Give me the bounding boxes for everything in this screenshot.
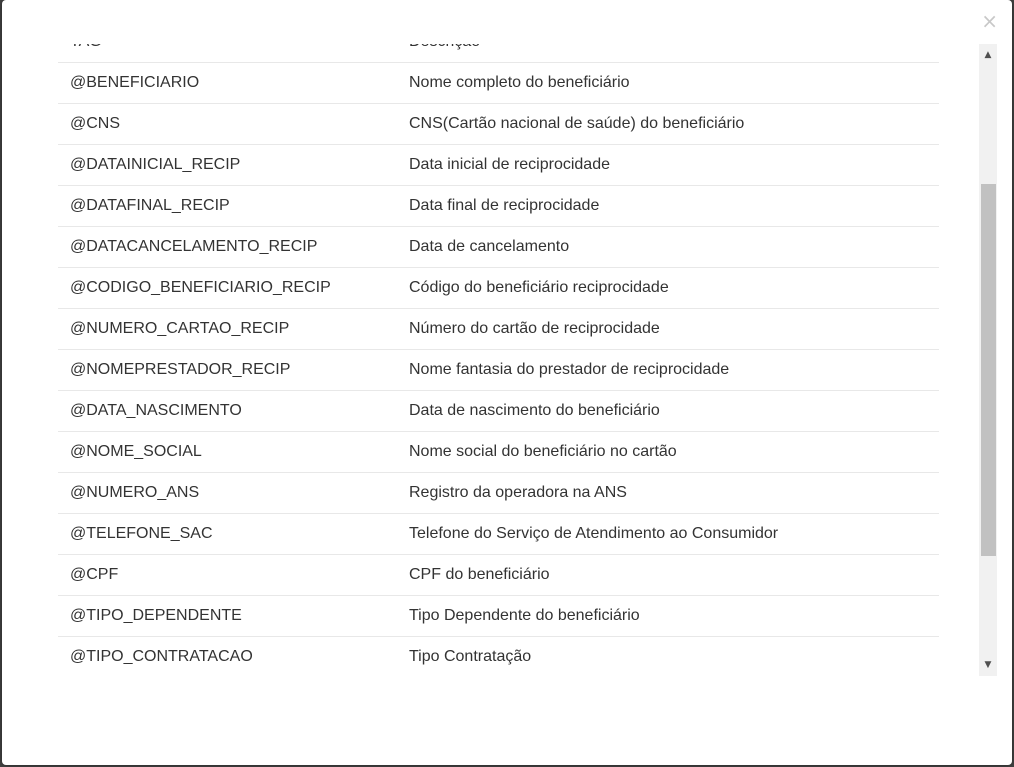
tag-cell: @DATAFINAL_RECIP — [58, 185, 397, 227]
tags-table-wrapper: TAG Descrição @BENEFICIARIONome completo… — [58, 44, 939, 676]
description-cell: Data de nascimento do beneficiário — [397, 390, 939, 432]
description-cell: Tipo Dependente do beneficiário — [397, 595, 939, 637]
table-header-row: TAG Descrição — [58, 44, 939, 63]
tag-cell: @BENEFICIARIO — [58, 62, 397, 104]
table-row: @CODIGO_BENEFICIARIO_RECIP Código do bene… — [58, 267, 939, 309]
description-cell: Telefone do Serviço de Atendimento ao Co… — [397, 513, 939, 555]
table-row: @NOME_SOCIAL Nome social do beneficiário … — [58, 431, 939, 473]
arrow-up-icon[interactable]: ▲ — [979, 46, 997, 64]
tag-cell: @NOME_SOCIAL — [58, 431, 397, 473]
tag-cell: @CPF — [58, 554, 397, 596]
table-row: @DATACANCELAMENTO_RECIP Data de cancelame… — [58, 226, 939, 268]
column-header-description: Descrição — [397, 44, 939, 63]
table-row: @TIPO_DEPENDENTE Tipo Dependente do benef… — [58, 595, 939, 637]
table-row: @TELEFONE_SAC Telefone do Serviço de Aten… — [58, 513, 939, 555]
table-row: @DATAINICIAL_RECIP Data inicial de recipr… — [58, 144, 939, 186]
tag-cell: @CNS — [58, 103, 397, 145]
description-cell: Nome social do beneficiário no cartão — [397, 431, 939, 473]
arrow-down-icon[interactable]: ▼ — [979, 656, 997, 674]
tag-cell: @NOMEPRESTADOR_RECIP — [58, 349, 397, 391]
table-row: @NUMERO_ANS Registro da operadora na ANS — [58, 472, 939, 514]
tag-cell: @TIPO_CONTRATACAO — [58, 636, 397, 676]
description-cell: Data de cancelamento — [397, 226, 939, 268]
tag-cell: @NUMERO_ANS — [58, 472, 397, 514]
scrollbar-thumb[interactable] — [981, 184, 996, 556]
description-cell: CPF do beneficiário — [397, 554, 939, 596]
tag-cell: @TELEFONE_SAC — [58, 513, 397, 555]
table-row: @DATA_NASCIMENTO Data de nascimento do be… — [58, 390, 939, 432]
table-row: @NOMEPRESTADOR_RECIP Nome fantasia do pre… — [58, 349, 939, 391]
table-row: @DATAFINAL_RECIP Data final de reciprocid… — [58, 185, 939, 227]
table-row: @NUMERO_CARTAO_RECIP Número do cartão de … — [58, 308, 939, 350]
table-row: @TIPO_CONTRATACAO Tipo Contratação — [58, 636, 939, 676]
table-row: @BENEFICIARIO Nome completo do beneficiár… — [58, 62, 939, 104]
description-cell: Tipo Contratação — [397, 636, 939, 676]
tag-cell: @TIPO_DEPENDENTE — [58, 595, 397, 637]
table-row: @CNS CNS(Cartão nacional de saúde) do ben… — [58, 103, 939, 145]
description-cell: Código do beneficiário reciprocidade — [397, 267, 939, 309]
tag-cell: @DATACANCELAMENTO_RECIP — [58, 226, 397, 268]
description-cell: CNS(Cartão nacional de saúde) do benefic… — [397, 103, 939, 145]
description-cell: Data inicial de reciprocidade — [397, 144, 939, 186]
tag-cell: @DATAINICIAL_RECIP — [58, 144, 397, 186]
description-cell: Registro da operadora na ANS — [397, 472, 939, 514]
table-body: @BENEFICIARIO Nome completo do beneficiár… — [58, 62, 939, 676]
close-icon[interactable]: × — [981, 8, 998, 34]
description-cell: Data final de reciprocidade — [397, 185, 939, 227]
tag-cell: @CODIGO_BENEFICIARIO_RECIP — [58, 267, 397, 309]
column-header-tag: TAG — [58, 44, 397, 63]
tags-modal: × TAG Descrição @BENEFICIARIONome comple… — [2, 0, 1012, 765]
description-cell: Nome fantasia do prestador de reciprocid… — [397, 349, 939, 391]
table-row: @CPF CPF do beneficiário — [58, 554, 939, 596]
description-cell: Nome completo do beneficiário — [397, 62, 939, 104]
description-cell: Número do cartão de reciprocidade — [397, 308, 939, 350]
tags-table: TAG Descrição @BENEFICIARIONome completo… — [58, 44, 939, 676]
tag-cell: @DATA_NASCIMENTO — [58, 390, 397, 432]
table-scroll-area[interactable]: TAG Descrição @BENEFICIARIONome completo… — [2, 44, 997, 676]
vertical-scrollbar[interactable]: ▲ ▼ — [979, 44, 997, 676]
tag-cell: @NUMERO_CARTAO_RECIP — [58, 308, 397, 350]
